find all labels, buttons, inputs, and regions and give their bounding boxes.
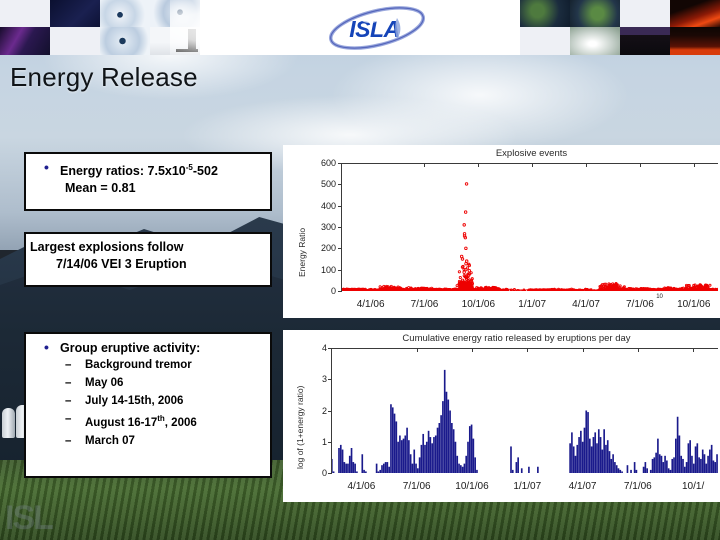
chart-x-tick-label: 10/1/06 (455, 481, 488, 492)
chart-y-tick-label: 2 (287, 406, 327, 416)
chart-x-tick-label: 7/1/06 (624, 481, 652, 492)
thumb-night-sky-streak (50, 0, 100, 27)
isl-watermark: ISL (5, 499, 52, 538)
page-title: Energy Release (10, 62, 198, 93)
thumb-lava-1 (670, 0, 720, 27)
chart-x-tick-label: 10/1/06 (677, 299, 710, 310)
chart-y-tick-label: 500 (296, 179, 336, 189)
largest-explosions-line1: Largest explosions follow (30, 239, 264, 256)
header-thumbnails-right (520, 0, 720, 55)
chart-y-tick-label: 200 (296, 243, 336, 253)
list-item-ordinal: th (157, 414, 165, 423)
group-activity-heading: Group eruptive activity: (60, 340, 200, 356)
list-item: – July 14-15th, 2006 (65, 392, 264, 410)
thumb-blank-4 (520, 27, 570, 55)
chart-x-tick-label: 1/1/07 (518, 299, 546, 310)
dash-marker: – (65, 392, 81, 410)
energy-ratios-line: Energy ratios: 7.5x10-5-502 (60, 160, 218, 179)
largest-explosions-callout: Largest explosions follow 7/14/06 VEI 3 … (24, 232, 272, 287)
energy-ratios-text-pre: Energy ratios: 7.5x10 (60, 164, 186, 178)
chart-x-tick-label: 4/1/06 (348, 481, 376, 492)
chart-x-tick-label: 4/1/07 (572, 299, 600, 310)
list-item: – Background tremor (65, 356, 264, 374)
chart-x-tick-label: 7/1/06 (411, 299, 439, 310)
thumb-aurora (0, 27, 50, 55)
chart-title: Cumulative energy ratio released by erup… (283, 333, 720, 344)
chart-y-axis-label: log of (1+energy ratio) (295, 386, 305, 469)
chart-y-tick-label: 4 (287, 343, 327, 353)
thumb-blank-3 (620, 0, 670, 27)
dash-marker: – (65, 432, 81, 450)
energy-ratios-callout: • Energy ratios: 7.5x10-5-502 Mean = 0.8… (24, 152, 272, 211)
energy-ratios-exponent: -5 (186, 163, 193, 172)
silo-shape (2, 408, 15, 438)
chart-x-tick-label: 1/1/07 (513, 481, 541, 492)
largest-explosions-line2: 7/14/06 VEI 3 Eruption (30, 256, 264, 273)
dash-marker: – (65, 374, 81, 392)
thumb-earth-1 (520, 0, 570, 27)
group-activity-callout: • Group eruptive activity: – Background … (24, 332, 272, 478)
chart-x-tick-label: 7/1/06 (403, 481, 431, 492)
thumb-lava-2 (670, 27, 720, 55)
list-item-label: July 14-15th, 2006 (85, 392, 183, 410)
chart-y-tick-label: 0 (296, 286, 336, 296)
thumb-blank-2 (50, 27, 100, 55)
list-item-label: Background tremor (85, 356, 192, 374)
chart-y-tick-label: 400 (296, 201, 336, 211)
list-item-label: May 06 (85, 374, 123, 392)
chart-x-tick-label: 4/1/07 (569, 481, 597, 492)
dash-marker: – (65, 356, 81, 374)
chart-x-tick-artifact: 10 (656, 294, 663, 300)
list-item: – May 06 (65, 374, 264, 392)
chart-x-tick-label: 4/1/06 (357, 299, 385, 310)
isla-orbit-logo: ISLA (322, 3, 432, 53)
energy-ratios-text-post: -502 (193, 164, 218, 178)
chart-y-tick-label: 600 (296, 158, 336, 168)
chart-plot-area (331, 348, 718, 473)
chart-cumulative-energy: Cumulative energy ratio released by erup… (283, 330, 720, 502)
thumb-cloud-satellite (570, 27, 620, 55)
chart-x-tick-label: 10/1/06 (462, 299, 495, 310)
thumb-volcano-night (620, 27, 670, 55)
chart-x-tick-label: 7/1/06 (626, 299, 654, 310)
thumb-blank-1 (0, 0, 50, 27)
list-item-label: August 16-17th, 2006 (85, 410, 197, 432)
chart-explosive-events: Explosive events Energy Ratio 0 100 200 300… (283, 145, 720, 318)
bullet-dot: • (32, 160, 54, 175)
chart-x-tick-label: 10/1/ (682, 481, 704, 492)
chart-plot-area (341, 163, 718, 291)
chart-y-tick-label: 0 (287, 468, 327, 478)
list-item-label-pre: August 16-17 (85, 417, 157, 429)
list-item-label: March 07 (85, 432, 135, 450)
chart-y-tick-label: 300 (296, 222, 336, 232)
dash-marker: – (65, 410, 81, 428)
list-item: – March 07 (65, 432, 264, 450)
chart-y-tick-label: 1 (287, 437, 327, 447)
energy-ratios-mean: Mean = 0.81 (32, 179, 262, 197)
list-item-label-post: , 2006 (165, 417, 197, 429)
bullet-dot: • (32, 340, 54, 355)
thumb-wave-ice-1 (100, 0, 150, 27)
chart-y-tick-label: 100 (296, 265, 336, 275)
thumb-wave-ice-3 (100, 27, 150, 55)
header-banner: ISLA (0, 0, 720, 55)
list-item: – August 16-17th, 2006 (65, 410, 264, 432)
chart-title: Explosive events (283, 148, 720, 159)
thumb-earth-2 (570, 0, 620, 27)
chart-y-tick-label: 3 (287, 374, 327, 384)
